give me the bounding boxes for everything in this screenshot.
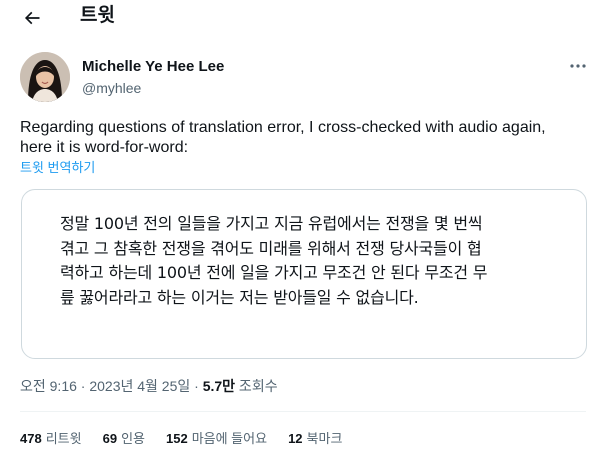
translate-tweet-link[interactable]: 트윗 번역하기 [20, 160, 95, 176]
tweet-text: Regarding questions of translation error… [20, 119, 546, 156]
timestamp[interactable]: 오전 9:16 · 2023년 4월 25일 · [20, 378, 203, 394]
stat-count: 152 [165, 431, 188, 446]
divider [20, 411, 586, 412]
avatar[interactable] [20, 52, 70, 102]
views-label: 조회수 [235, 378, 278, 394]
tweet-meta: 오전 9:16 · 2023년 4월 25일 · 5.7만 조회수 [20, 377, 278, 395]
avatar-image [20, 52, 70, 102]
more-options-button[interactable] [566, 56, 590, 76]
quoted-text-line: 력하고 하는데 100년 전에 일을 가지고 무조건 안 된다 무조건 무 [60, 263, 488, 282]
page-title: 트윗 [80, 5, 115, 26]
stat-retweets[interactable]: 478 리트윗 [20, 431, 82, 447]
quoted-text-line: 릎 꿇어라라고 하는 이거는 저는 받아들일 수 없습니다. [60, 287, 419, 307]
engagement-stats: 478 리트윗 69 인용 152 마음에 들어요 12 북마크 [20, 431, 363, 447]
stat-label: 리트윗 [45, 431, 82, 446]
stat-label: 마음에 들어요 [191, 431, 268, 446]
stat-count: 478 [20, 431, 42, 446]
stat-bookmarks[interactable]: 12 북마크 [288, 431, 342, 447]
back-button[interactable] [18, 4, 46, 32]
quoted-text-line: 겪고 그 참혹한 전쟁을 겪어도 미래를 위해서 전쟁 당사국들이 협 [60, 238, 482, 258]
quoted-content-card[interactable]: 정말 100년 전의 일들을 가지고 지금 유럽에서는 전쟁을 몇 번씩 겪고 … [21, 189, 587, 359]
more-options-icon [570, 64, 586, 68]
views-count: 5.7만 [202, 378, 236, 394]
author-handle[interactable]: @myhlee [82, 79, 141, 97]
stat-quotes[interactable]: 69 인용 [103, 431, 145, 447]
author-name[interactable]: Michelle Ye Hee Lee [82, 58, 224, 76]
stat-count: 12 [288, 431, 303, 446]
quoted-text-line: 정말 100년 전의 일들을 가지고 지금 유럽에서는 전쟁을 몇 번씩 [60, 214, 483, 233]
stat-label: 북마크 [306, 431, 343, 446]
top-header: 트윗 [0, 0, 606, 40]
stat-count: 69 [102, 431, 118, 446]
quoted-text: 정말 100년 전의 일들을 가지고 지금 유럽에서는 전쟁을 몇 번씩 겪고 … [60, 212, 560, 310]
stat-likes[interactable]: 152 마음에 들어요 [166, 431, 267, 447]
stat-label: 인용 [121, 431, 145, 446]
back-arrow-icon [24, 11, 40, 25]
